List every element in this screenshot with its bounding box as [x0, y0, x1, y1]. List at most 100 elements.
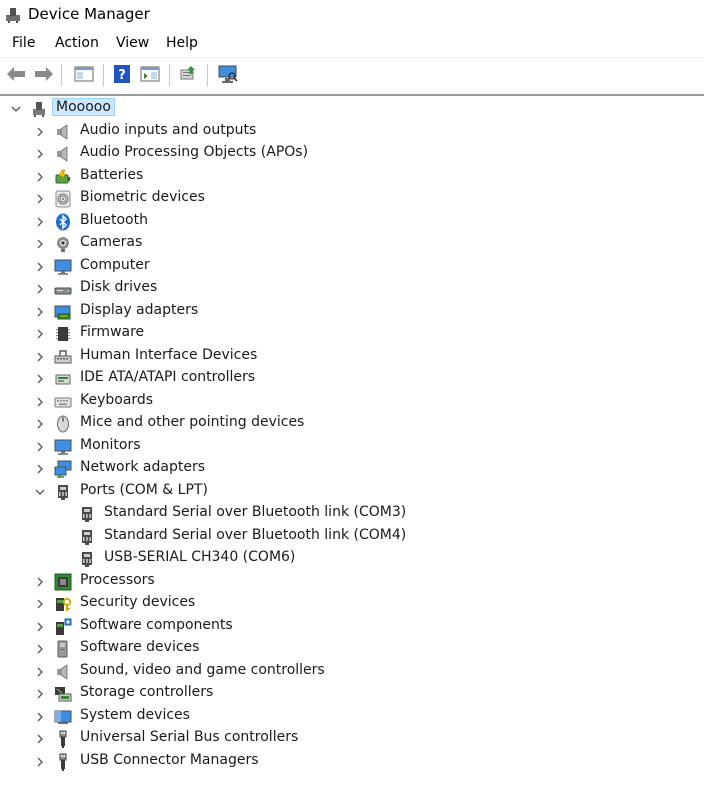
chevron-right-icon[interactable]	[33, 282, 47, 296]
security-icon	[56, 597, 72, 611]
chevron-right-icon[interactable]	[33, 620, 47, 634]
tree-category[interactable]: Biometric devices	[0, 188, 704, 210]
tree-category-label: Network adapters	[80, 459, 205, 475]
tree-category[interactable]: Batteries	[0, 166, 704, 188]
help-icon: ?	[114, 65, 130, 83]
tree-category[interactable]: System devices	[0, 706, 704, 728]
tree-category-label: USB Connector Managers	[80, 751, 259, 768]
chevron-down-icon[interactable]	[33, 485, 47, 499]
chevron-right-icon[interactable]	[33, 665, 47, 679]
window-title: Device Manager	[28, 5, 150, 23]
speaker-icon	[57, 123, 68, 140]
update-driver-icon	[180, 66, 195, 80]
menu-help[interactable]: Help	[166, 35, 198, 51]
chevron-right-icon[interactable]	[33, 147, 47, 161]
chevron-right-icon[interactable]	[33, 125, 47, 139]
help-button[interactable]: ?	[110, 63, 134, 85]
chevron-right-icon[interactable]	[33, 462, 47, 476]
tree-category-label: Security devices	[80, 594, 196, 610]
console-tree-icon	[74, 66, 94, 82]
port-icon	[82, 507, 92, 522]
menu-file[interactable]: File	[12, 35, 35, 51]
tree-category[interactable]: Security devices	[0, 593, 704, 615]
tree-category[interactable]: IDE ATA/ATAPI controllers	[0, 368, 704, 390]
scan-hardware-changes-button[interactable]	[216, 63, 240, 85]
tree-category-label: Human Interface Devices	[80, 346, 258, 363]
chevron-right-icon[interactable]	[33, 350, 47, 364]
software-device-icon	[57, 640, 68, 658]
show-hide-console-tree-button[interactable]	[72, 63, 96, 85]
tree-category[interactable]: Audio Processing Objects (APOs)	[0, 143, 704, 165]
chevron-right-icon[interactable]	[33, 642, 47, 656]
tree-category[interactable]: Software devices	[0, 638, 704, 660]
tree-category[interactable]: Monitors	[0, 436, 704, 458]
chevron-right-icon[interactable]	[33, 417, 47, 431]
tree-category[interactable]: Disk drives	[0, 278, 704, 300]
tree-category-label: Ports (COM & LPT)	[80, 481, 208, 498]
tree-root-label: Mooooo	[52, 98, 115, 116]
tree-category[interactable]: Bluetooth	[0, 211, 704, 233]
chevron-right-icon[interactable]	[33, 575, 47, 589]
tree-category[interactable]: Storage controllers	[0, 683, 704, 705]
tree-device[interactable]: USB-SERIAL CH340 (COM6)	[0, 548, 704, 570]
menu-view[interactable]: View	[116, 35, 149, 51]
back-button[interactable]	[4, 63, 28, 85]
tree-category-label: Display adapters	[80, 301, 199, 318]
tree-root[interactable]: Mooooo	[0, 98, 704, 120]
chevron-right-icon[interactable]	[33, 237, 47, 251]
tree-category[interactable]: USB Connector Managers	[0, 751, 704, 773]
fingerprint-icon	[55, 190, 71, 208]
tree-category[interactable]: Network adapters	[0, 458, 704, 480]
chevron-right-icon[interactable]	[33, 327, 47, 341]
chevron-right-icon[interactable]	[33, 732, 47, 746]
tree-category[interactable]: Processors	[0, 571, 704, 593]
update-driver-button[interactable]	[176, 63, 200, 85]
tree-device-label: Standard Serial over Bluetooth link (COM…	[104, 504, 407, 520]
menu-action[interactable]: Action	[55, 35, 99, 51]
menu-bar: File Action View Help	[0, 30, 704, 57]
tree-category-label: Software components	[80, 616, 233, 633]
toolbar-separator	[61, 64, 62, 86]
software-component-icon	[56, 618, 72, 635]
tree-category[interactable]: Cameras	[0, 233, 704, 255]
chevron-down-icon[interactable]	[9, 102, 23, 116]
chevron-right-icon[interactable]	[33, 687, 47, 701]
chevron-right-icon[interactable]	[33, 305, 47, 319]
chevron-right-icon[interactable]	[33, 755, 47, 769]
tree-category[interactable]: Software components	[0, 616, 704, 638]
chevron-right-icon[interactable]	[33, 372, 47, 386]
tree-category[interactable]: Keyboards	[0, 391, 704, 413]
port-icon	[82, 529, 92, 545]
monitor-icon	[54, 259, 72, 275]
tree-category[interactable]: Display adapters	[0, 301, 704, 323]
tree-category[interactable]: Universal Serial Bus controllers	[0, 728, 704, 750]
tree-category[interactable]: Human Interface Devices	[0, 346, 704, 368]
properties-button[interactable]	[138, 63, 162, 85]
chevron-right-icon[interactable]	[33, 395, 47, 409]
chevron-right-icon[interactable]	[33, 215, 47, 229]
device-tree[interactable]: Mooooo Audio inputs and outputs Audio Proc…	[0, 94, 704, 803]
tree-category[interactable]: Mice and other pointing devices	[0, 413, 704, 435]
chevron-right-icon[interactable]	[33, 440, 47, 454]
chevron-right-icon[interactable]	[33, 710, 47, 724]
tree-device[interactable]: Standard Serial over Bluetooth link (COM…	[0, 503, 704, 525]
chevron-right-icon[interactable]	[33, 170, 47, 184]
bluetooth-icon	[56, 213, 70, 230]
tree-category-label: Software devices	[80, 639, 200, 655]
chevron-right-icon[interactable]	[33, 192, 47, 206]
tree-device[interactable]: Standard Serial over Bluetooth link (COM…	[0, 526, 704, 548]
tree-category[interactable]: Firmware	[0, 323, 704, 345]
tree-category-label: Processors	[80, 571, 155, 588]
tree-category[interactable]: Audio inputs and outputs	[0, 121, 704, 143]
tree-category-label: Computer	[80, 256, 150, 273]
tree-category-label: Mice and other pointing devices	[80, 414, 305, 430]
tree-category[interactable]: Computer	[0, 256, 704, 278]
processor-icon	[54, 573, 72, 590]
tree-category[interactable]: Sound, video and game controllers	[0, 661, 704, 683]
forward-button[interactable]	[32, 63, 56, 85]
chevron-right-icon[interactable]	[33, 260, 47, 274]
tree-category[interactable]: Ports (COM & LPT)	[0, 481, 704, 503]
camera-icon	[57, 237, 69, 252]
chevron-right-icon[interactable]	[33, 597, 47, 611]
tree-category-label: Sound, video and game controllers	[80, 661, 325, 678]
